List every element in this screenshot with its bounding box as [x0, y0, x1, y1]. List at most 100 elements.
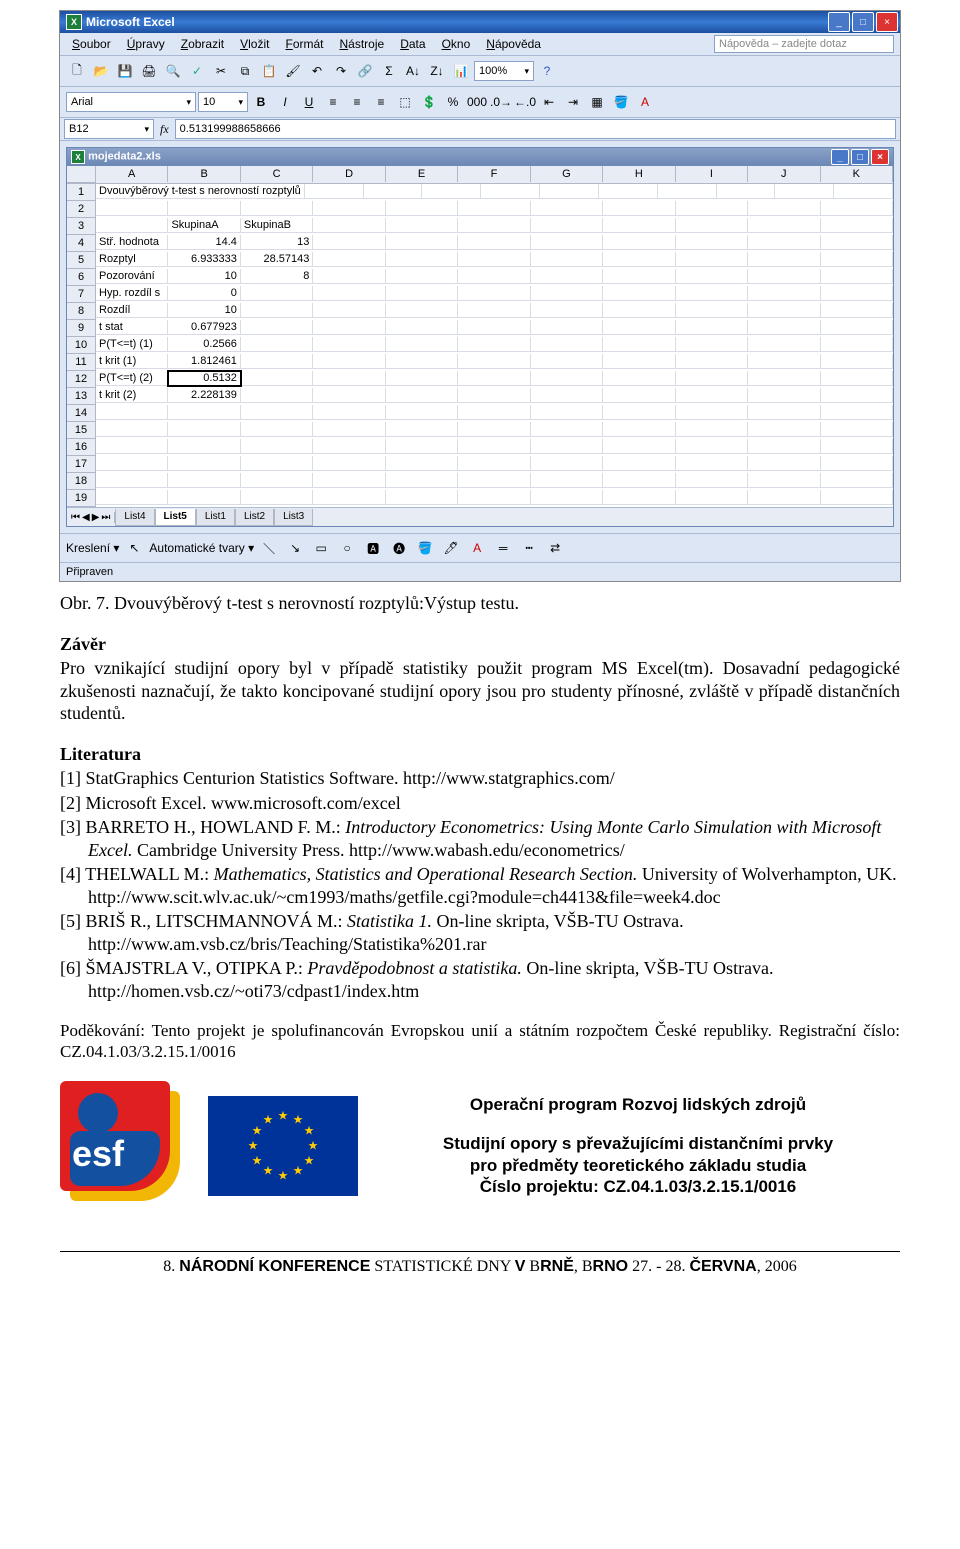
cell[interactable] [313, 354, 385, 369]
cell[interactable]: Rozptyl [96, 252, 168, 267]
cell[interactable] [676, 337, 748, 352]
cell[interactable] [458, 320, 530, 335]
col-header-I[interactable]: I [676, 166, 748, 182]
cell[interactable] [748, 201, 820, 216]
sort-desc-icon[interactable]: Z↓ [426, 60, 448, 82]
cell[interactable] [821, 337, 893, 352]
sum-icon[interactable]: Σ [378, 60, 400, 82]
cell[interactable] [241, 286, 313, 301]
cell[interactable] [676, 473, 748, 488]
arrow-style-icon[interactable]: ⇄ [544, 537, 566, 559]
row-header[interactable]: 14 [67, 405, 96, 422]
cell[interactable] [531, 337, 603, 352]
row-header[interactable]: 7 [67, 286, 96, 303]
cell[interactable] [364, 184, 423, 199]
cell[interactable]: SkupinaA [168, 218, 240, 233]
cell[interactable] [168, 473, 240, 488]
cell[interactable] [603, 320, 675, 335]
cell[interactable] [603, 303, 675, 318]
minimize-button[interactable]: _ [828, 12, 850, 32]
line-color-icon[interactable]: 🖊 [440, 537, 462, 559]
col-header-H[interactable]: H [603, 166, 675, 182]
cell[interactable] [748, 371, 820, 386]
cell[interactable] [676, 303, 748, 318]
decr-indent-icon[interactable]: ⇤ [538, 91, 560, 113]
cell[interactable] [603, 218, 675, 233]
cell[interactable] [313, 252, 385, 267]
cell[interactable] [241, 201, 313, 216]
cell[interactable] [676, 456, 748, 471]
cell[interactable] [748, 218, 820, 233]
cell[interactable]: 1.812461 [168, 354, 240, 369]
open-icon[interactable]: 📂 [90, 60, 112, 82]
cell[interactable] [676, 422, 748, 437]
col-header-E[interactable]: E [386, 166, 458, 182]
cell[interactable] [313, 439, 385, 454]
copy-icon[interactable]: ⧉ [234, 60, 256, 82]
col-header-K[interactable]: K [821, 166, 893, 182]
cell[interactable] [531, 201, 603, 216]
col-header-G[interactable]: G [531, 166, 603, 182]
cell[interactable] [386, 201, 458, 216]
cell[interactable]: 0.2566 [168, 337, 240, 352]
cell[interactable]: 0.677923 [168, 320, 240, 335]
cell[interactable] [540, 184, 599, 199]
cell[interactable] [241, 371, 313, 386]
zoom-input[interactable]: 100%▾ [474, 61, 534, 81]
textbox-icon[interactable]: 🅰 [362, 537, 384, 559]
merge-icon[interactable]: ⬚ [394, 91, 416, 113]
wordart-icon[interactable]: 🅐 [388, 537, 410, 559]
cell[interactable] [748, 286, 820, 301]
cell[interactable] [821, 218, 893, 233]
cell[interactable] [168, 439, 240, 454]
line-style-icon[interactable]: ═ [492, 537, 514, 559]
cell[interactable] [96, 218, 168, 233]
cell[interactable] [748, 456, 820, 471]
cell[interactable] [313, 456, 385, 471]
doc-minimize-button[interactable]: _ [831, 149, 849, 165]
autoshapes-menu[interactable]: Automatické tvary ▾ [149, 541, 254, 555]
cell[interactable] [458, 473, 530, 488]
redo-icon[interactable]: ↷ [330, 60, 352, 82]
cell[interactable] [676, 439, 748, 454]
align-right-icon[interactable]: ≡ [370, 91, 392, 113]
cell[interactable] [458, 490, 530, 505]
print-icon[interactable]: 🖨 [138, 60, 160, 82]
cell[interactable] [531, 218, 603, 233]
cell[interactable] [313, 269, 385, 284]
cell[interactable] [96, 422, 168, 437]
cell[interactable] [241, 320, 313, 335]
cell[interactable] [458, 337, 530, 352]
row-header[interactable]: 6 [67, 269, 96, 286]
cell[interactable] [313, 303, 385, 318]
cell[interactable] [603, 422, 675, 437]
cell[interactable] [603, 490, 675, 505]
cell[interactable] [458, 218, 530, 233]
cell[interactable] [241, 337, 313, 352]
cell[interactable] [386, 473, 458, 488]
cell[interactable] [531, 303, 603, 318]
arrow-icon[interactable]: ↘ [284, 537, 306, 559]
drawing-menu[interactable]: Kreslení ▾ [66, 541, 119, 555]
name-box[interactable]: B12▾ [64, 119, 154, 139]
cell[interactable] [676, 235, 748, 250]
chart-icon[interactable]: 📊 [450, 60, 472, 82]
cell[interactable]: SkupinaB [241, 218, 313, 233]
oval-icon[interactable]: ○ [336, 537, 358, 559]
cell[interactable] [313, 405, 385, 420]
cell[interactable] [386, 269, 458, 284]
cell[interactable] [748, 439, 820, 454]
cell[interactable] [676, 405, 748, 420]
row-header[interactable]: 17 [67, 456, 96, 473]
cell[interactable] [241, 473, 313, 488]
cell[interactable] [676, 252, 748, 267]
sort-asc-icon[interactable]: A↓ [402, 60, 424, 82]
menu-nástroje[interactable]: Nástroje [334, 35, 391, 53]
increase-decimal-icon[interactable]: .0→ [490, 91, 512, 113]
cell[interactable] [386, 286, 458, 301]
cell[interactable] [531, 269, 603, 284]
col-header-J[interactable]: J [748, 166, 820, 182]
cell[interactable] [458, 354, 530, 369]
cell[interactable]: Dvouvýběrový t-test s nerovností rozptyl… [96, 184, 305, 199]
cell[interactable] [676, 354, 748, 369]
